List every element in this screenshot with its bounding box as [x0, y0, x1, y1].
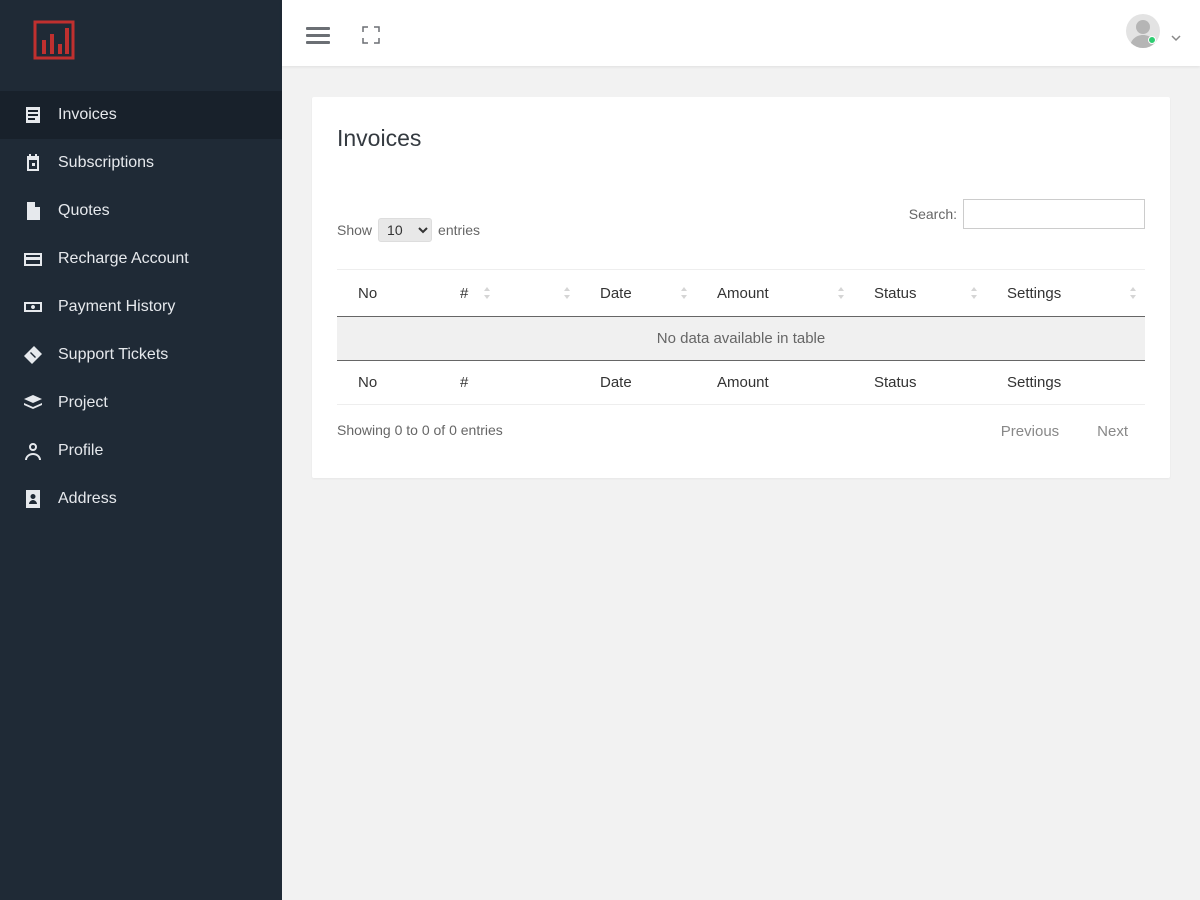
- layers-icon: [22, 392, 44, 414]
- sidebar-item-payment-history[interactable]: Payment History: [0, 283, 282, 331]
- table-search: Search:: [909, 199, 1145, 229]
- sort-icon: [680, 286, 688, 300]
- entries-length-control: Show 10 entries: [337, 218, 480, 242]
- money-icon: [22, 296, 44, 318]
- column-footer-hash: #: [439, 360, 499, 405]
- brand-logo[interactable]: [33, 18, 77, 62]
- column-footer-status: Status: [853, 360, 986, 405]
- column-header-status[interactable]: Status: [853, 269, 986, 317]
- sidebar: Invoices Subscriptions Quotes Recharge A…: [0, 0, 282, 900]
- ticket-icon: [22, 344, 44, 366]
- sidebar-item-address[interactable]: Address: [0, 475, 282, 523]
- column-header-amount[interactable]: Amount: [696, 269, 853, 317]
- column-header-hash[interactable]: #: [439, 269, 499, 317]
- sidebar-item-label: Profile: [58, 442, 104, 459]
- sidebar-item-subscriptions[interactable]: Subscriptions: [0, 139, 282, 187]
- sidebar-item-label: Address: [58, 490, 117, 507]
- document-icon: [22, 200, 44, 222]
- invoice-icon: [22, 104, 44, 126]
- column-footer-no: No: [337, 360, 439, 405]
- search-label: Search:: [908, 206, 957, 222]
- entries-label: entries: [438, 222, 481, 238]
- sidebar-item-label: Subscriptions: [58, 154, 155, 171]
- page-title: Invoices: [337, 125, 422, 151]
- sidebar-item-recharge-account[interactable]: Recharge Account: [0, 235, 282, 283]
- table-row: No data available in table: [337, 316, 1145, 361]
- sidebar-item-support-tickets[interactable]: Support Tickets: [0, 331, 282, 379]
- sort-icon: [970, 286, 978, 300]
- sidebar-item-label: Project: [58, 394, 108, 411]
- user-icon: [22, 440, 44, 462]
- address-book-icon: [22, 488, 44, 510]
- online-status-dot: [1148, 36, 1156, 44]
- empty-table-message: No data available in table: [337, 316, 1145, 361]
- show-label: Show: [337, 222, 373, 238]
- sidebar-item-label: Payment History: [58, 298, 176, 315]
- chevron-down-icon[interactable]: [1170, 30, 1182, 42]
- sort-icon: [483, 286, 491, 300]
- table-info: Showing 0 to 0 of 0 entries: [337, 422, 503, 438]
- sidebar-item-label: Invoices: [58, 106, 117, 123]
- sort-icon: [563, 286, 571, 300]
- hamburger-icon[interactable]: [306, 27, 330, 47]
- sidebar-item-profile[interactable]: Profile: [0, 427, 282, 475]
- top-bar: [282, 0, 1200, 66]
- sidebar-item-label: Quotes: [58, 202, 110, 219]
- fullscreen-icon[interactable]: [362, 26, 380, 44]
- column-footer-date: Date: [579, 360, 696, 405]
- invoices-card: Invoices Show 10 entries Search: No # Da…: [312, 97, 1170, 478]
- column-header-blank[interactable]: [499, 269, 579, 317]
- sidebar-item-label: Support Tickets: [58, 346, 169, 363]
- invoices-table: No # Date Amount Status Settings No data…: [337, 269, 1145, 405]
- column-footer-blank: [499, 360, 579, 405]
- next-button[interactable]: Next: [1097, 423, 1128, 440]
- sidebar-item-project[interactable]: Project: [0, 379, 282, 427]
- column-header-settings[interactable]: Settings: [986, 269, 1145, 317]
- column-footer-settings: Settings: [986, 360, 1145, 405]
- table-footer-row: No # Date Amount Status Settings: [337, 360, 1145, 405]
- sort-icon: [837, 286, 845, 300]
- column-footer-amount: Amount: [696, 360, 853, 405]
- entries-length-select[interactable]: 10: [378, 218, 433, 242]
- search-input[interactable]: [963, 199, 1145, 229]
- calendar-icon: [22, 152, 44, 174]
- column-header-date[interactable]: Date: [579, 269, 696, 317]
- sort-icon: [1129, 286, 1137, 300]
- sidebar-item-label: Recharge Account: [58, 250, 189, 267]
- credit-card-icon: [22, 248, 44, 270]
- table-header-row: No # Date Amount Status Settings: [337, 269, 1145, 317]
- previous-button[interactable]: Previous: [1001, 423, 1059, 440]
- sidebar-item-quotes[interactable]: Quotes: [0, 187, 282, 235]
- pagination: Previous Next: [1001, 423, 1128, 440]
- column-header-no[interactable]: No: [337, 269, 439, 317]
- user-avatar[interactable]: [1126, 14, 1160, 48]
- sidebar-item-invoices[interactable]: Invoices: [0, 91, 282, 139]
- sidebar-nav: Invoices Subscriptions Quotes Recharge A…: [0, 91, 282, 523]
